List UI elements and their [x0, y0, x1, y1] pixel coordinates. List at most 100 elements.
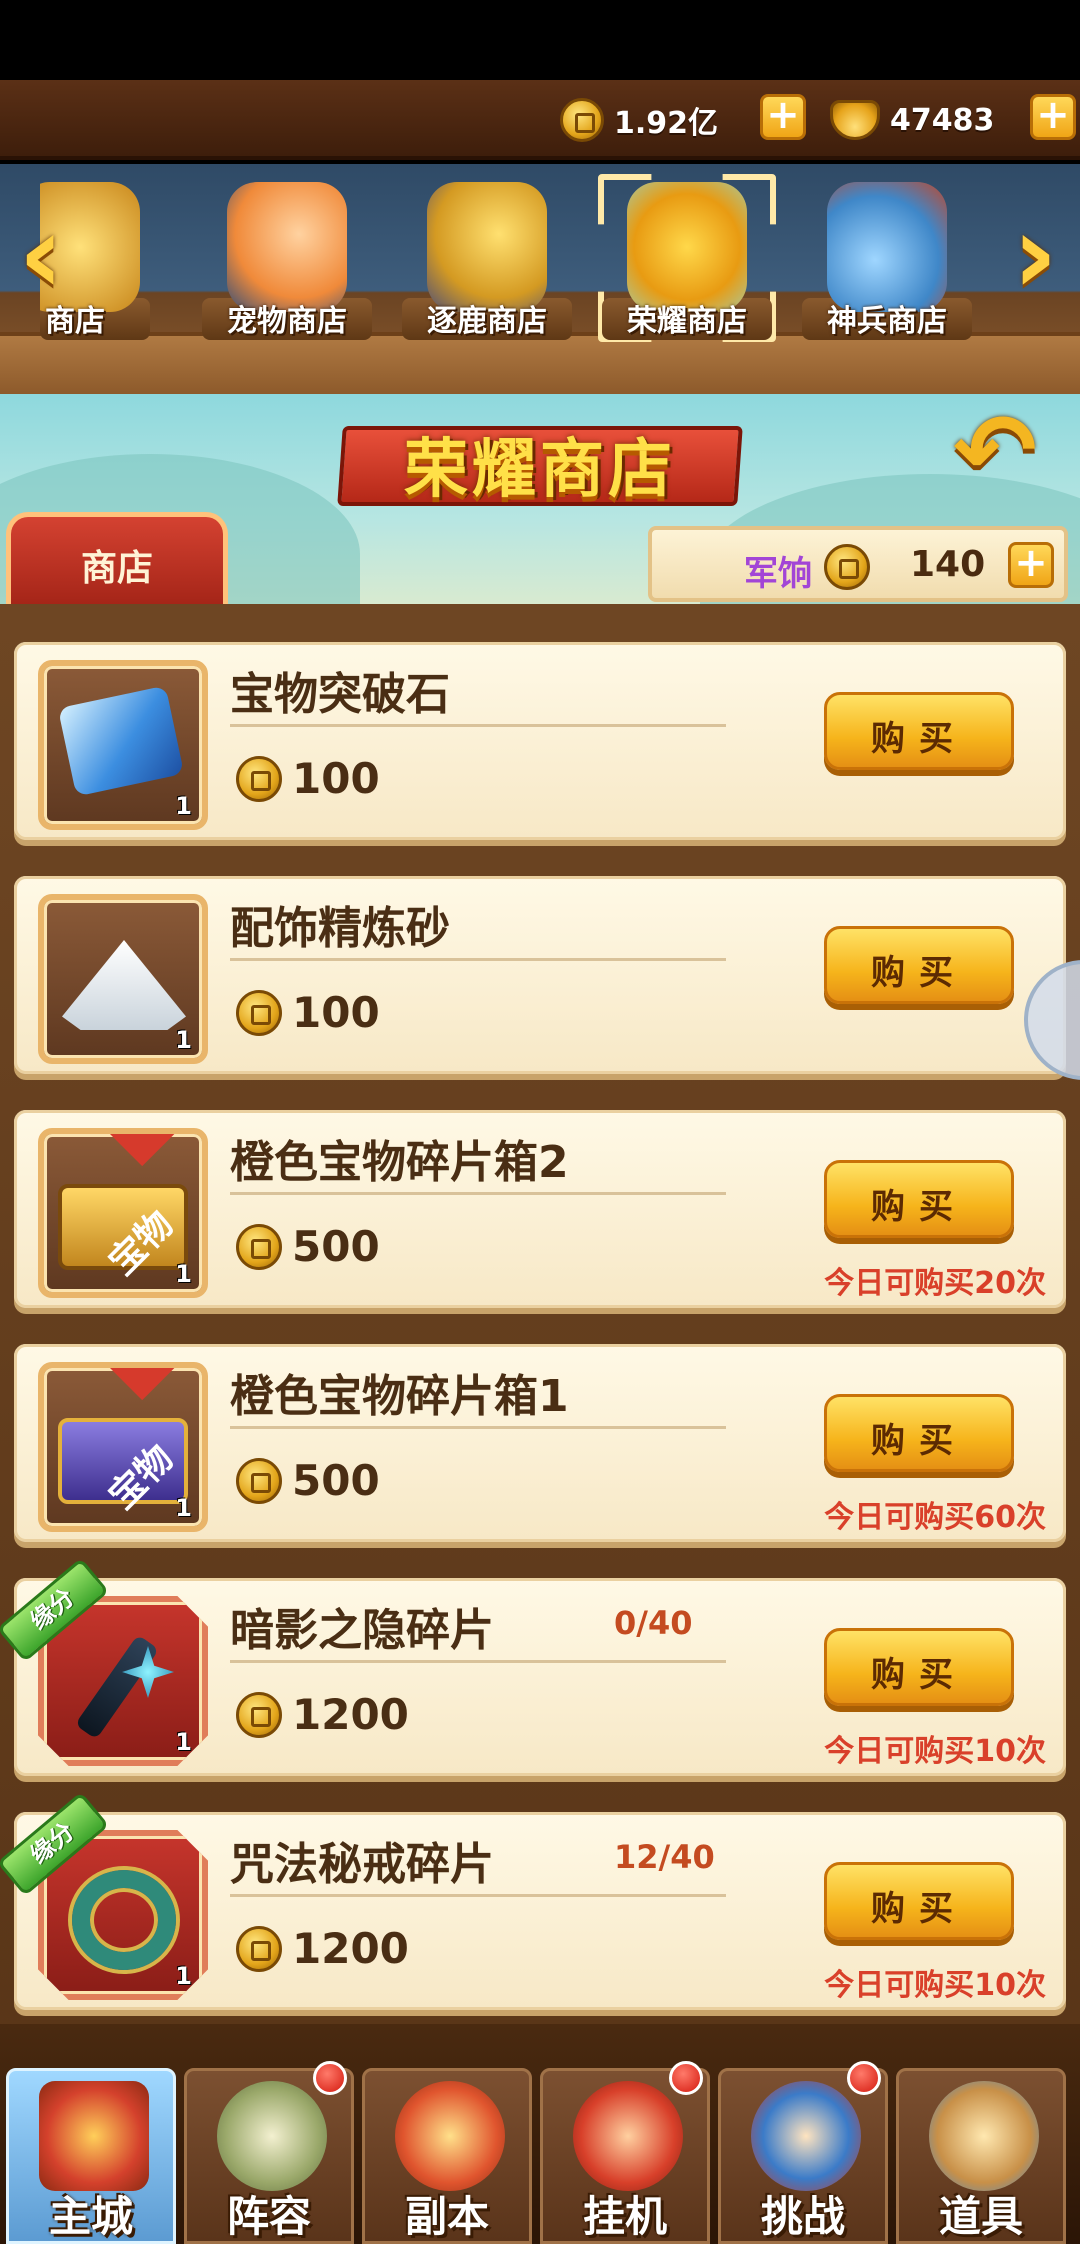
status-bar: [0, 0, 1080, 80]
shop-tag-label: 商店: [80, 548, 153, 589]
item-name: 咒法秘戒碎片: [230, 1839, 494, 1890]
idle-bag-icon: [573, 2081, 683, 2191]
item-count: 1: [175, 792, 192, 820]
buy-button[interactable]: 购买: [824, 692, 1014, 770]
list-item: 1 宝物突破石 100 购买: [14, 642, 1066, 840]
shop-tab-1[interactable]: 宠物商店: [192, 174, 382, 394]
challenge-icon: [751, 2081, 861, 2191]
purchase-limit: 今日可购买60次: [824, 1500, 1046, 1535]
honor-coin-icon: [236, 1458, 282, 1504]
gold-coin-icon: [560, 98, 604, 142]
blue-stone-icon: 1: [38, 660, 208, 830]
item-price: 1200: [292, 1924, 409, 1973]
city-gate-icon: [39, 2081, 149, 2191]
honor-coin-icon: [236, 1926, 282, 1972]
nav-label: 挂机: [582, 2192, 667, 2241]
buy-button[interactable]: 购买: [824, 926, 1014, 1004]
shop-tab-label: 宠物商店: [227, 304, 347, 339]
purchase-limit: 今日可购买10次: [824, 1734, 1046, 1769]
nav-dungeon[interactable]: 副本: [362, 2068, 532, 2244]
divider: [230, 1426, 726, 1429]
item-name: 暗影之隐碎片: [230, 1605, 494, 1656]
honor-coin-icon: [824, 544, 870, 590]
nav-items[interactable]: 道具: [896, 2068, 1066, 2244]
item-name: 橙色宝物碎片箱2: [230, 1137, 569, 1188]
item-name: 配饰精炼砂: [230, 903, 450, 954]
divider: [230, 1894, 726, 1897]
banner-title-text: 荣耀商店: [404, 433, 676, 507]
shop-tab-label: 神兵商店: [827, 304, 947, 339]
ingot-value: 47483: [890, 102, 995, 138]
honor-coin-icon: [236, 990, 282, 1036]
notification-dot: [313, 2061, 347, 2095]
list-item: 1 配饰精炼砂 100 购买: [14, 876, 1066, 1074]
item-count: 1: [175, 1728, 192, 1756]
notification-dot: [847, 2061, 881, 2095]
list-item: 1 缘分 咒法秘戒碎片 12/40 1200 购买 今日可购买10次: [0, 1791, 1066, 2010]
item-price: 1200: [292, 1690, 409, 1739]
military-pay-box: 军饷 140 +: [648, 526, 1068, 602]
item-name: 橙色宝物碎片箱1: [230, 1371, 569, 1422]
item-count: 1: [175, 1494, 192, 1522]
lineup-icon: [217, 2081, 327, 2191]
add-ingot-button[interactable]: +: [1030, 94, 1076, 140]
buy-button[interactable]: 购买: [824, 1160, 1014, 1238]
item-price: 100: [292, 754, 380, 803]
list-item: 宝物 1 橙色宝物碎片箱1 500 购买 今日可购买60次: [14, 1344, 1066, 1542]
shop-tab-3[interactable]: 荣耀商店: [592, 174, 782, 394]
item-name: 宝物突破石: [230, 669, 450, 720]
shop-tab-label: 荣耀商店: [627, 304, 747, 339]
nav-label: 副本: [404, 2192, 489, 2241]
shop-tab-strip: 商店 宠物商店 逐鹿商店 荣耀商店 神兵商店 ‹ ›: [0, 164, 1080, 394]
sand-pile-icon: 1: [38, 894, 208, 1064]
fragment-progress: 12/40: [614, 1838, 715, 1876]
nav-label: 挑战: [760, 2192, 845, 2241]
item-list[interactable]: 1 宝物突破石 100 购买 1 配饰精炼砂 100 购买 宝物 1 橙色宝物碎…: [0, 604, 1080, 2024]
item-count: 1: [175, 1962, 192, 1990]
divider: [230, 1192, 726, 1195]
nav-label: 阵容: [226, 2192, 311, 2241]
back-button[interactable]: ↶: [940, 401, 1050, 501]
divider: [230, 958, 726, 961]
divider: [230, 1660, 726, 1663]
military-pay-value: 140: [910, 544, 986, 585]
banner-title: 荣耀商店: [337, 404, 743, 514]
item-price: 500: [292, 1456, 380, 1505]
shop-tab-2[interactable]: 逐鹿商店: [392, 174, 582, 394]
nav-main-city[interactable]: 主城: [6, 2068, 176, 2244]
gold-value: 1.92亿: [614, 106, 719, 141]
buy-button[interactable]: 购买: [824, 1394, 1014, 1472]
purchase-limit: 今日可购买10次: [824, 1968, 1046, 2003]
divider: [230, 724, 726, 727]
honor-shop-icon: [627, 182, 747, 312]
item-price: 500: [292, 1222, 380, 1271]
gold-chest-icon: 宝物 1: [38, 1128, 208, 1298]
item-price: 100: [292, 988, 380, 1037]
purchase-limit: 今日可购买20次: [824, 1266, 1046, 1301]
buy-button[interactable]: 购买: [824, 1628, 1014, 1706]
purple-chest-icon: 宝物 1: [38, 1362, 208, 1532]
nav-challenge[interactable]: 挑战: [718, 2061, 888, 2244]
dungeon-icon: [395, 2081, 505, 2191]
notification-dot: [669, 2061, 703, 2095]
buy-button[interactable]: 购买: [824, 1862, 1014, 1940]
shop-tab-4[interactable]: 神兵商店: [792, 174, 982, 394]
treasure-badge: [104, 1368, 202, 1401]
weapon-shop-icon: [827, 182, 947, 312]
prev-arrow-icon[interactable]: ‹: [6, 199, 76, 314]
list-item: 宝物 1 橙色宝物碎片箱2 500 购买 今日可购买20次: [14, 1110, 1066, 1308]
nav-idle[interactable]: 挂机: [540, 2061, 710, 2244]
treasure-shop-icon: [427, 182, 547, 312]
shop-tag: 商店: [6, 512, 228, 604]
next-arrow-icon[interactable]: ›: [1000, 199, 1070, 314]
honor-coin-icon: [236, 1224, 282, 1270]
nav-label: 主城: [48, 2192, 133, 2241]
item-count: 1: [175, 1026, 192, 1054]
ingot-display: 47483: [830, 92, 994, 148]
shop-tab-label: 逐鹿商店: [427, 304, 547, 339]
add-gold-button[interactable]: +: [760, 94, 806, 140]
add-military-pay-button[interactable]: +: [1008, 542, 1054, 588]
items-icon: [929, 2081, 1039, 2191]
honor-coin-icon: [236, 1692, 282, 1738]
nav-lineup[interactable]: 阵容: [184, 2061, 354, 2244]
